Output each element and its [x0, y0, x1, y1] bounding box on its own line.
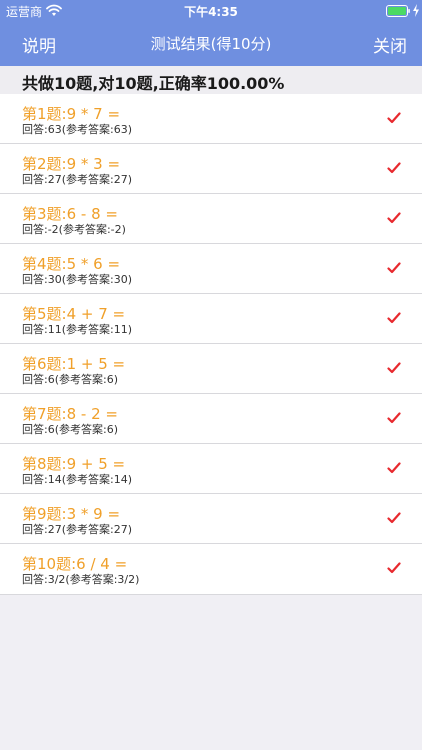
list-item[interactable]: 第2题:9 * 3 = 回答:27(参考答案:27) [0, 144, 422, 194]
close-button[interactable]: 关闭 [373, 32, 407, 57]
list-item[interactable]: 第5题:4 + 7 = 回答:11(参考答案:11) [0, 294, 422, 344]
list-item[interactable]: 第9题:3 * 9 = 回答:27(参考答案:27) [0, 494, 422, 544]
check-icon [387, 112, 401, 124]
list-item[interactable]: 第7题:8 - 2 = 回答:6(参考答案:6) [0, 394, 422, 444]
header: 运营商 下午4:35 说明 测试结果(得10分) 关闭 [0, 0, 422, 66]
list-item[interactable]: 第6题:1 + 5 = 回答:6(参考答案:6) [0, 344, 422, 394]
check-icon [387, 412, 401, 424]
summary-text: 共做10题,对10题,正确率100.00% [22, 74, 285, 93]
answer-text: 回答:27(参考答案:27) [22, 173, 132, 186]
check-icon [387, 212, 401, 224]
result-summary: 共做10题,对10题,正确率100.00% [0, 66, 422, 94]
check-icon [387, 162, 401, 174]
answer-text: 回答:-2(参考答案:-2) [22, 223, 126, 236]
list-item[interactable]: 第3题:6 - 8 = 回答:-2(参考答案:-2) [0, 194, 422, 244]
page-title: 测试结果(得10分) [150, 35, 272, 53]
answer-text: 回答:11(参考答案:11) [22, 323, 132, 336]
question-list: 第1题:9 * 7 = 回答:63(参考答案:63) 第2题:9 * 3 = 回答:2… [0, 94, 422, 595]
check-icon [387, 562, 401, 574]
list-item[interactable]: 第8题:9 + 5 = 回答:14(参考答案:14) [0, 444, 422, 494]
check-icon [387, 462, 401, 474]
battery-icon [386, 5, 410, 17]
status-time: 下午4:35 [184, 5, 238, 19]
list-item[interactable]: 第1题:9 * 7 = 回答:63(参考答案:63) [0, 94, 422, 144]
answer-text: 回答:14(参考答案:14) [22, 473, 132, 486]
charging-icon [413, 4, 419, 17]
list-item[interactable]: 第10题:6 / 4 = 回答:3/2(参考答案:3/2) [0, 544, 422, 595]
answer-text: 回答:3/2(参考答案:3/2) [22, 573, 140, 586]
check-icon [387, 512, 401, 524]
navigation-bar: 说明 测试结果(得10分) 关闭 [0, 22, 422, 66]
answer-text: 回答:6(参考答案:6) [22, 373, 118, 386]
list-item[interactable]: 第4题:5 * 6 = 回答:30(参考答案:30) [0, 244, 422, 294]
status-bar: 运营商 下午4:35 [0, 0, 422, 22]
check-icon [387, 312, 401, 324]
answer-text: 回答:27(参考答案:27) [22, 523, 132, 536]
check-icon [387, 262, 401, 274]
answer-text: 回答:63(参考答案:63) [22, 123, 132, 136]
answer-text: 回答:30(参考答案:30) [22, 273, 132, 286]
check-icon [387, 362, 401, 374]
answer-text: 回答:6(参考答案:6) [22, 423, 118, 436]
